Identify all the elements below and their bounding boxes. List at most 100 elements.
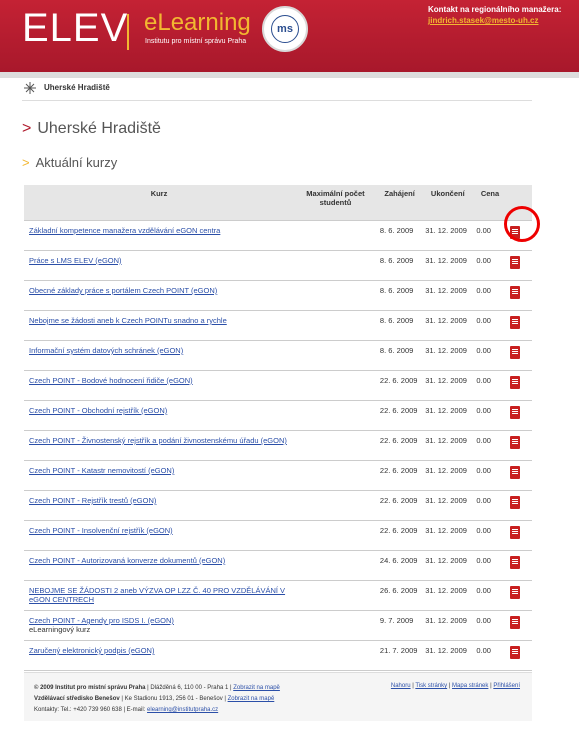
course-link[interactable]: Czech POINT - Katastr nemovitostí (eGON) bbox=[29, 466, 174, 475]
max-students-cell bbox=[294, 490, 377, 521]
enroll-document-icon[interactable] bbox=[509, 586, 520, 599]
link-sitemap[interactable]: Mapa stránek bbox=[452, 683, 488, 689]
elev-logo[interactable]: ELEV bbox=[22, 6, 128, 51]
max-students-cell bbox=[294, 250, 377, 281]
course-link[interactable]: Czech POINT - Agendy pro ISDS I. (eGON) bbox=[29, 616, 174, 625]
start-date-cell: 22. 6. 2009 bbox=[376, 460, 423, 491]
course-link[interactable]: Czech POINT - Obchodní rejstřík (eGON) bbox=[29, 406, 167, 415]
price-cell: 0.00 bbox=[473, 580, 507, 611]
footer: © 2009 Institut pro místní správu Praha … bbox=[24, 672, 532, 721]
enroll-document-icon[interactable] bbox=[509, 286, 520, 299]
enroll-document-icon[interactable] bbox=[509, 256, 520, 269]
max-students-cell bbox=[294, 520, 377, 551]
start-date-cell: 22. 6. 2009 bbox=[376, 520, 423, 551]
course-link[interactable]: Czech POINT - Rejstřík trestů (eGON) bbox=[29, 496, 156, 505]
enroll-document-icon[interactable] bbox=[509, 466, 520, 479]
course-link[interactable]: Zaručený elektronický podpis (eGON) bbox=[29, 646, 154, 655]
start-date-cell: 8. 6. 2009 bbox=[376, 340, 423, 371]
enroll-document-icon[interactable] bbox=[509, 436, 520, 449]
course-link[interactable]: NEBOJME SE ŽÁDOSTI 2 aneb VÝZVA OP LZZ Č… bbox=[29, 586, 285, 604]
price-cell: 0.00 bbox=[473, 310, 507, 341]
chevron-right-icon: > bbox=[22, 155, 30, 170]
start-date-cell: 8. 6. 2009 bbox=[376, 250, 423, 281]
course-cell: Czech POINT - Agendy pro ISDS I. (eGON) e… bbox=[24, 610, 295, 641]
course-cell: Nebojme se žádosti aneb k Czech POINTu s… bbox=[24, 310, 295, 341]
action-cell bbox=[506, 370, 532, 401]
enroll-document-icon[interactable] bbox=[509, 346, 520, 359]
price-cell: 0.00 bbox=[473, 250, 507, 281]
link-top[interactable]: Nahoru bbox=[391, 683, 411, 689]
enroll-document-icon[interactable] bbox=[509, 556, 520, 569]
enroll-document-icon[interactable] bbox=[509, 526, 520, 539]
start-date-cell: 22. 6. 2009 bbox=[376, 370, 423, 401]
table-row: Informační systém datových schránek (eGO… bbox=[24, 340, 532, 371]
header-end: Ukončení bbox=[422, 185, 474, 221]
end-date-cell: 31. 12. 2009 bbox=[422, 490, 474, 521]
table-row: Czech POINT - Bodové hodnocení řidiče (e… bbox=[24, 370, 532, 401]
highlight-circle bbox=[504, 206, 540, 242]
price-cell: 0.00 bbox=[473, 490, 507, 521]
start-date-cell: 9. 7. 2009 bbox=[376, 610, 423, 641]
course-link[interactable]: Obecné základy práce s portálem Czech PO… bbox=[29, 286, 217, 295]
enroll-document-icon[interactable] bbox=[509, 316, 520, 329]
end-date-cell: 31. 12. 2009 bbox=[422, 520, 474, 551]
map-link-2[interactable]: Zobrazit na mapě bbox=[228, 696, 275, 702]
course-link[interactable]: Základní kompetence manažera vzdělávání … bbox=[29, 226, 220, 235]
end-date-cell: 31. 12. 2009 bbox=[422, 250, 474, 281]
breadcrumb-label[interactable]: Uherské Hradiště bbox=[44, 83, 110, 92]
end-date-cell: 31. 12. 2009 bbox=[422, 610, 474, 641]
table-header-row: Kurz Maximální počet studentů Zahájení U… bbox=[24, 185, 532, 221]
header-max-students: Maximální počet studentů bbox=[294, 185, 377, 221]
table-row: Czech POINT - Agendy pro ISDS I. (eGON) e… bbox=[24, 610, 532, 641]
course-note: eLearningový kurz bbox=[29, 625, 91, 634]
header-price: Cena bbox=[473, 185, 507, 221]
price-cell: 0.00 bbox=[473, 640, 507, 671]
course-link[interactable]: Práce s LMS ELEV (eGON) bbox=[29, 256, 122, 265]
footer-email-link[interactable]: elearning@institutpraha.cz bbox=[147, 707, 218, 713]
section-title: > Aktuální kurzy bbox=[22, 155, 117, 170]
action-cell bbox=[506, 640, 532, 671]
enroll-document-icon[interactable] bbox=[509, 496, 520, 509]
star-burst-icon bbox=[24, 82, 36, 94]
breadcrumb: Uherské Hradiště bbox=[22, 78, 532, 101]
end-date-cell: 31. 12. 2009 bbox=[422, 220, 474, 251]
enroll-document-icon[interactable] bbox=[509, 616, 520, 629]
page-title: > Uherské Hradiště bbox=[22, 120, 161, 138]
course-cell: Czech POINT - Obchodní rejstřík (eGON) bbox=[24, 400, 295, 431]
enroll-document-icon[interactable] bbox=[509, 376, 520, 389]
course-link[interactable]: Nebojme se žádosti aneb k Czech POINTu s… bbox=[29, 316, 227, 325]
start-date-cell: 8. 6. 2009 bbox=[376, 280, 423, 311]
table-row: Zaručený elektronický podpis (eGON) 21. 7… bbox=[24, 640, 532, 671]
course-cell: Czech POINT - Bodové hodnocení řidiče (e… bbox=[24, 370, 295, 401]
course-link[interactable]: Czech POINT - Autorizovaná konverze doku… bbox=[29, 556, 225, 565]
price-cell: 0.00 bbox=[473, 370, 507, 401]
price-cell: 0.00 bbox=[473, 550, 507, 581]
courses-table: Kurz Maximální počet studentů Zahájení U… bbox=[24, 185, 532, 671]
price-cell: 0.00 bbox=[473, 340, 507, 371]
table-row: Czech POINT - Autorizovaná konverze doku… bbox=[24, 550, 532, 581]
institute-seal-icon: ms bbox=[262, 6, 308, 52]
max-students-cell bbox=[294, 310, 377, 341]
table-row: Czech POINT - Rejstřík trestů (eGON) 22. … bbox=[24, 490, 532, 521]
course-link[interactable]: Informační systém datových schránek (eGO… bbox=[29, 346, 183, 355]
course-cell: Czech POINT - Katastr nemovitostí (eGON) bbox=[24, 460, 295, 491]
action-cell bbox=[506, 550, 532, 581]
action-cell bbox=[506, 310, 532, 341]
enroll-document-icon[interactable] bbox=[509, 406, 520, 419]
map-link-1[interactable]: Zobrazit na mapě bbox=[233, 685, 280, 691]
course-cell: NEBOJME SE ŽÁDOSTI 2 aneb VÝZVA OP LZZ Č… bbox=[24, 580, 295, 611]
action-cell bbox=[506, 460, 532, 491]
table-row: Czech POINT - Katastr nemovitostí (eGON)… bbox=[24, 460, 532, 491]
course-link[interactable]: Czech POINT - Insolvenční rejstřík (eGON… bbox=[29, 526, 173, 535]
section-title-text: Aktuální kurzy bbox=[35, 155, 118, 170]
action-cell bbox=[506, 520, 532, 551]
link-login[interactable]: Přihlášení bbox=[493, 683, 520, 689]
max-students-cell bbox=[294, 220, 377, 251]
course-link[interactable]: Czech POINT - Živnostenský rejstřík a po… bbox=[29, 436, 287, 445]
course-cell: Zaručený elektronický podpis (eGON) bbox=[24, 640, 295, 671]
max-students-cell bbox=[294, 280, 377, 311]
contact-email-link[interactable]: jindrich.stasek@mesto-uh.cz bbox=[428, 16, 539, 25]
course-link[interactable]: Czech POINT - Bodové hodnocení řidiče (e… bbox=[29, 376, 193, 385]
link-print[interactable]: Tisk stránky bbox=[415, 683, 447, 689]
enroll-document-icon[interactable] bbox=[509, 646, 520, 659]
